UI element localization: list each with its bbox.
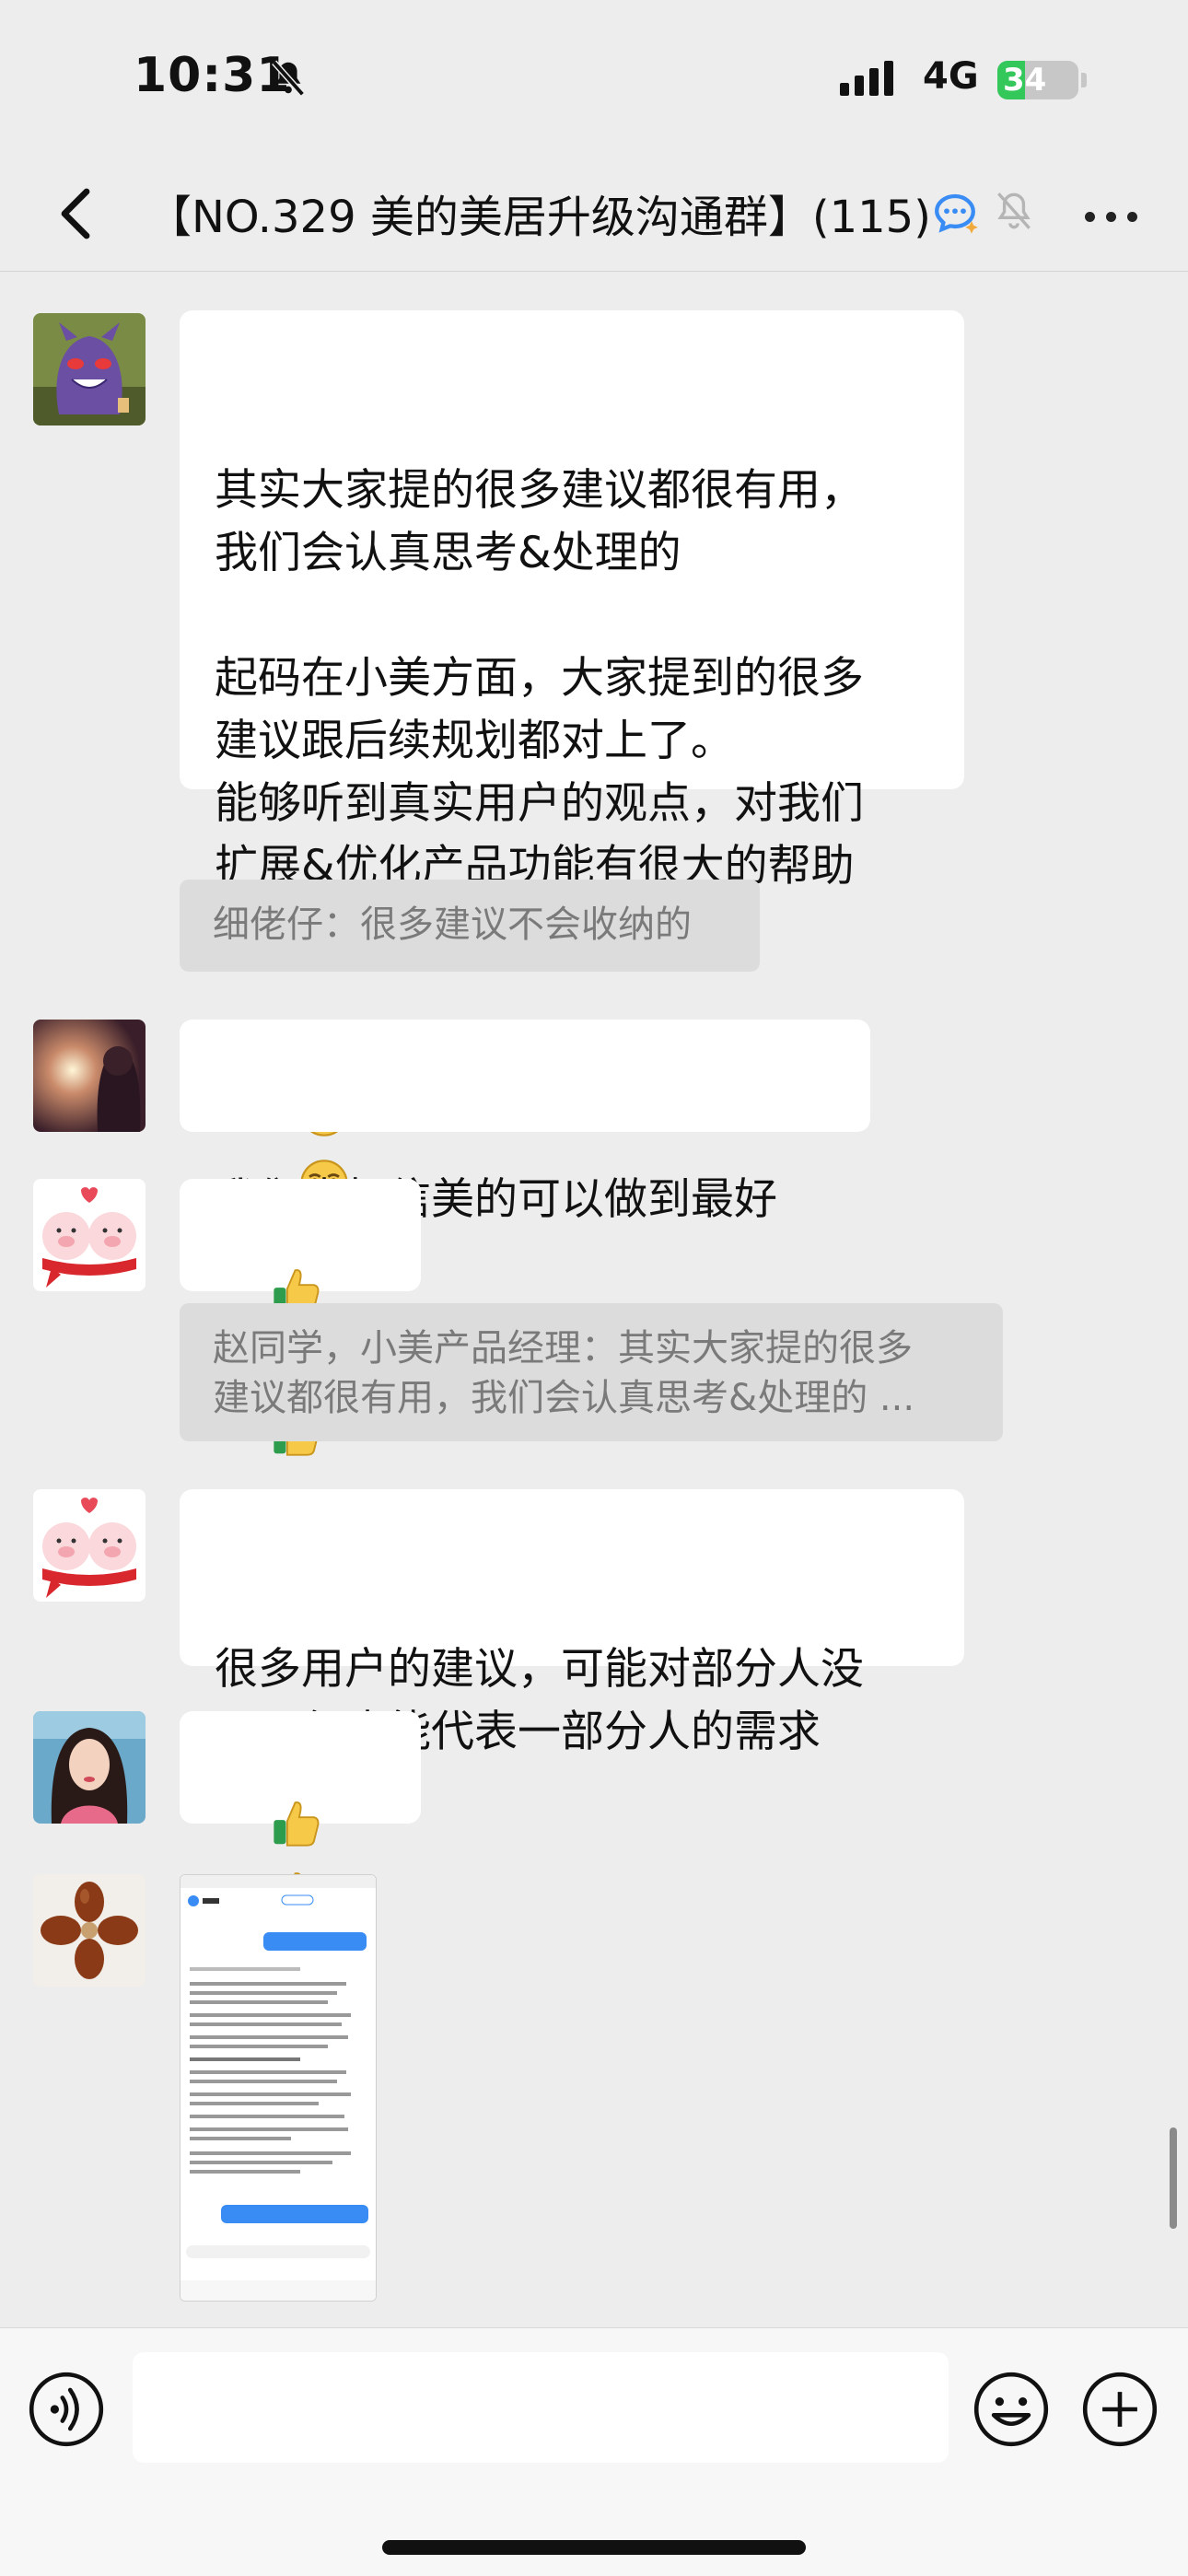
bell-off-icon (272, 60, 305, 97)
sunset-portrait-avatar[interactable] (33, 1020, 146, 1132)
wooden-flower-avatar[interactable] (33, 1874, 146, 1987)
battery-icon: 34 (997, 61, 1078, 99)
chat-header: 【NO.329 美的美居升级沟通群】(115) (0, 157, 1188, 272)
battery-percentage: 34 (1003, 62, 1047, 99)
plus-icon[interactable] (1081, 2371, 1159, 2448)
message-input-bar (0, 2327, 1188, 2576)
cartoon-pigs-avatar[interactable] (33, 1179, 146, 1291)
message-bubble[interactable] (180, 1711, 421, 1988)
home-indicator (382, 2540, 806, 2555)
battery-tip (1081, 73, 1087, 87)
quote-text-line-1: 赵同学，小美产品经理：其实大家提的很多 (213, 1327, 913, 1370)
chat-screenshot-thumbnail[interactable] (180, 1874, 377, 2302)
message-input[interactable] (133, 2352, 949, 2463)
network-type: 4G (923, 55, 979, 98)
cartoon-pigs-avatar[interactable] (33, 1489, 146, 1602)
message-bubble[interactable] (180, 1179, 421, 1456)
ai-assistant-icon[interactable] (930, 188, 980, 238)
thumbs-up-emoji-icon (270, 1796, 323, 1867)
quote-text: 细佬仔：很多建议不会收纳的 (213, 903, 692, 946)
message-text: 其实大家提的很多建议都很有用， 我们会认真思考&处理的 起码在小美方面，大家提到… (215, 465, 864, 892)
chat-message-list[interactable]: 其实大家提的很多建议都很有用， 我们会认真思考&处理的 起码在小美方面，大家提到… (0, 272, 1188, 2327)
message-bubble[interactable]: 其实大家提的很多建议都很有用， 我们会认真思考&处理的 起码在小美方面，大家提到… (180, 310, 964, 1278)
muted-bell-icon (997, 192, 1031, 229)
more-options-button[interactable] (1079, 193, 1144, 239)
status-bar: 10:31 4G 34 (0, 0, 1188, 157)
emoji-picker-icon[interactable] (973, 2371, 1050, 2448)
purple-ghost-avatar[interactable] (33, 313, 146, 425)
quote-text-line-2: 建议都很有用，我们会认真思考&处理的 ... (213, 1377, 915, 1419)
quoted-reply[interactable]: 细佬仔：很多建议不会收纳的 (180, 880, 760, 972)
voice-input-icon[interactable] (28, 2371, 105, 2448)
group-chat-title: 【NO.329 美的美居升级沟通群】(115) (147, 192, 931, 243)
cellular-signal-icon (840, 61, 893, 96)
message-bubble[interactable]: 很多用户的建议，可能对部分人没 用，但也能代表一部分人的需求 (180, 1489, 964, 1757)
back-arrow-icon[interactable] (39, 177, 112, 251)
scrollbar-thumb[interactable] (1170, 2127, 1177, 2229)
quoted-reply[interactable]: 赵同学，小美产品经理：其实大家提的很多 建议都很有用，我们会认真思考&处理的 .… (180, 1303, 1003, 1441)
woman-portrait-avatar[interactable] (33, 1711, 146, 1824)
message-bubble[interactable]: 我们也相信美的可以做到最好 (180, 1020, 870, 1225)
